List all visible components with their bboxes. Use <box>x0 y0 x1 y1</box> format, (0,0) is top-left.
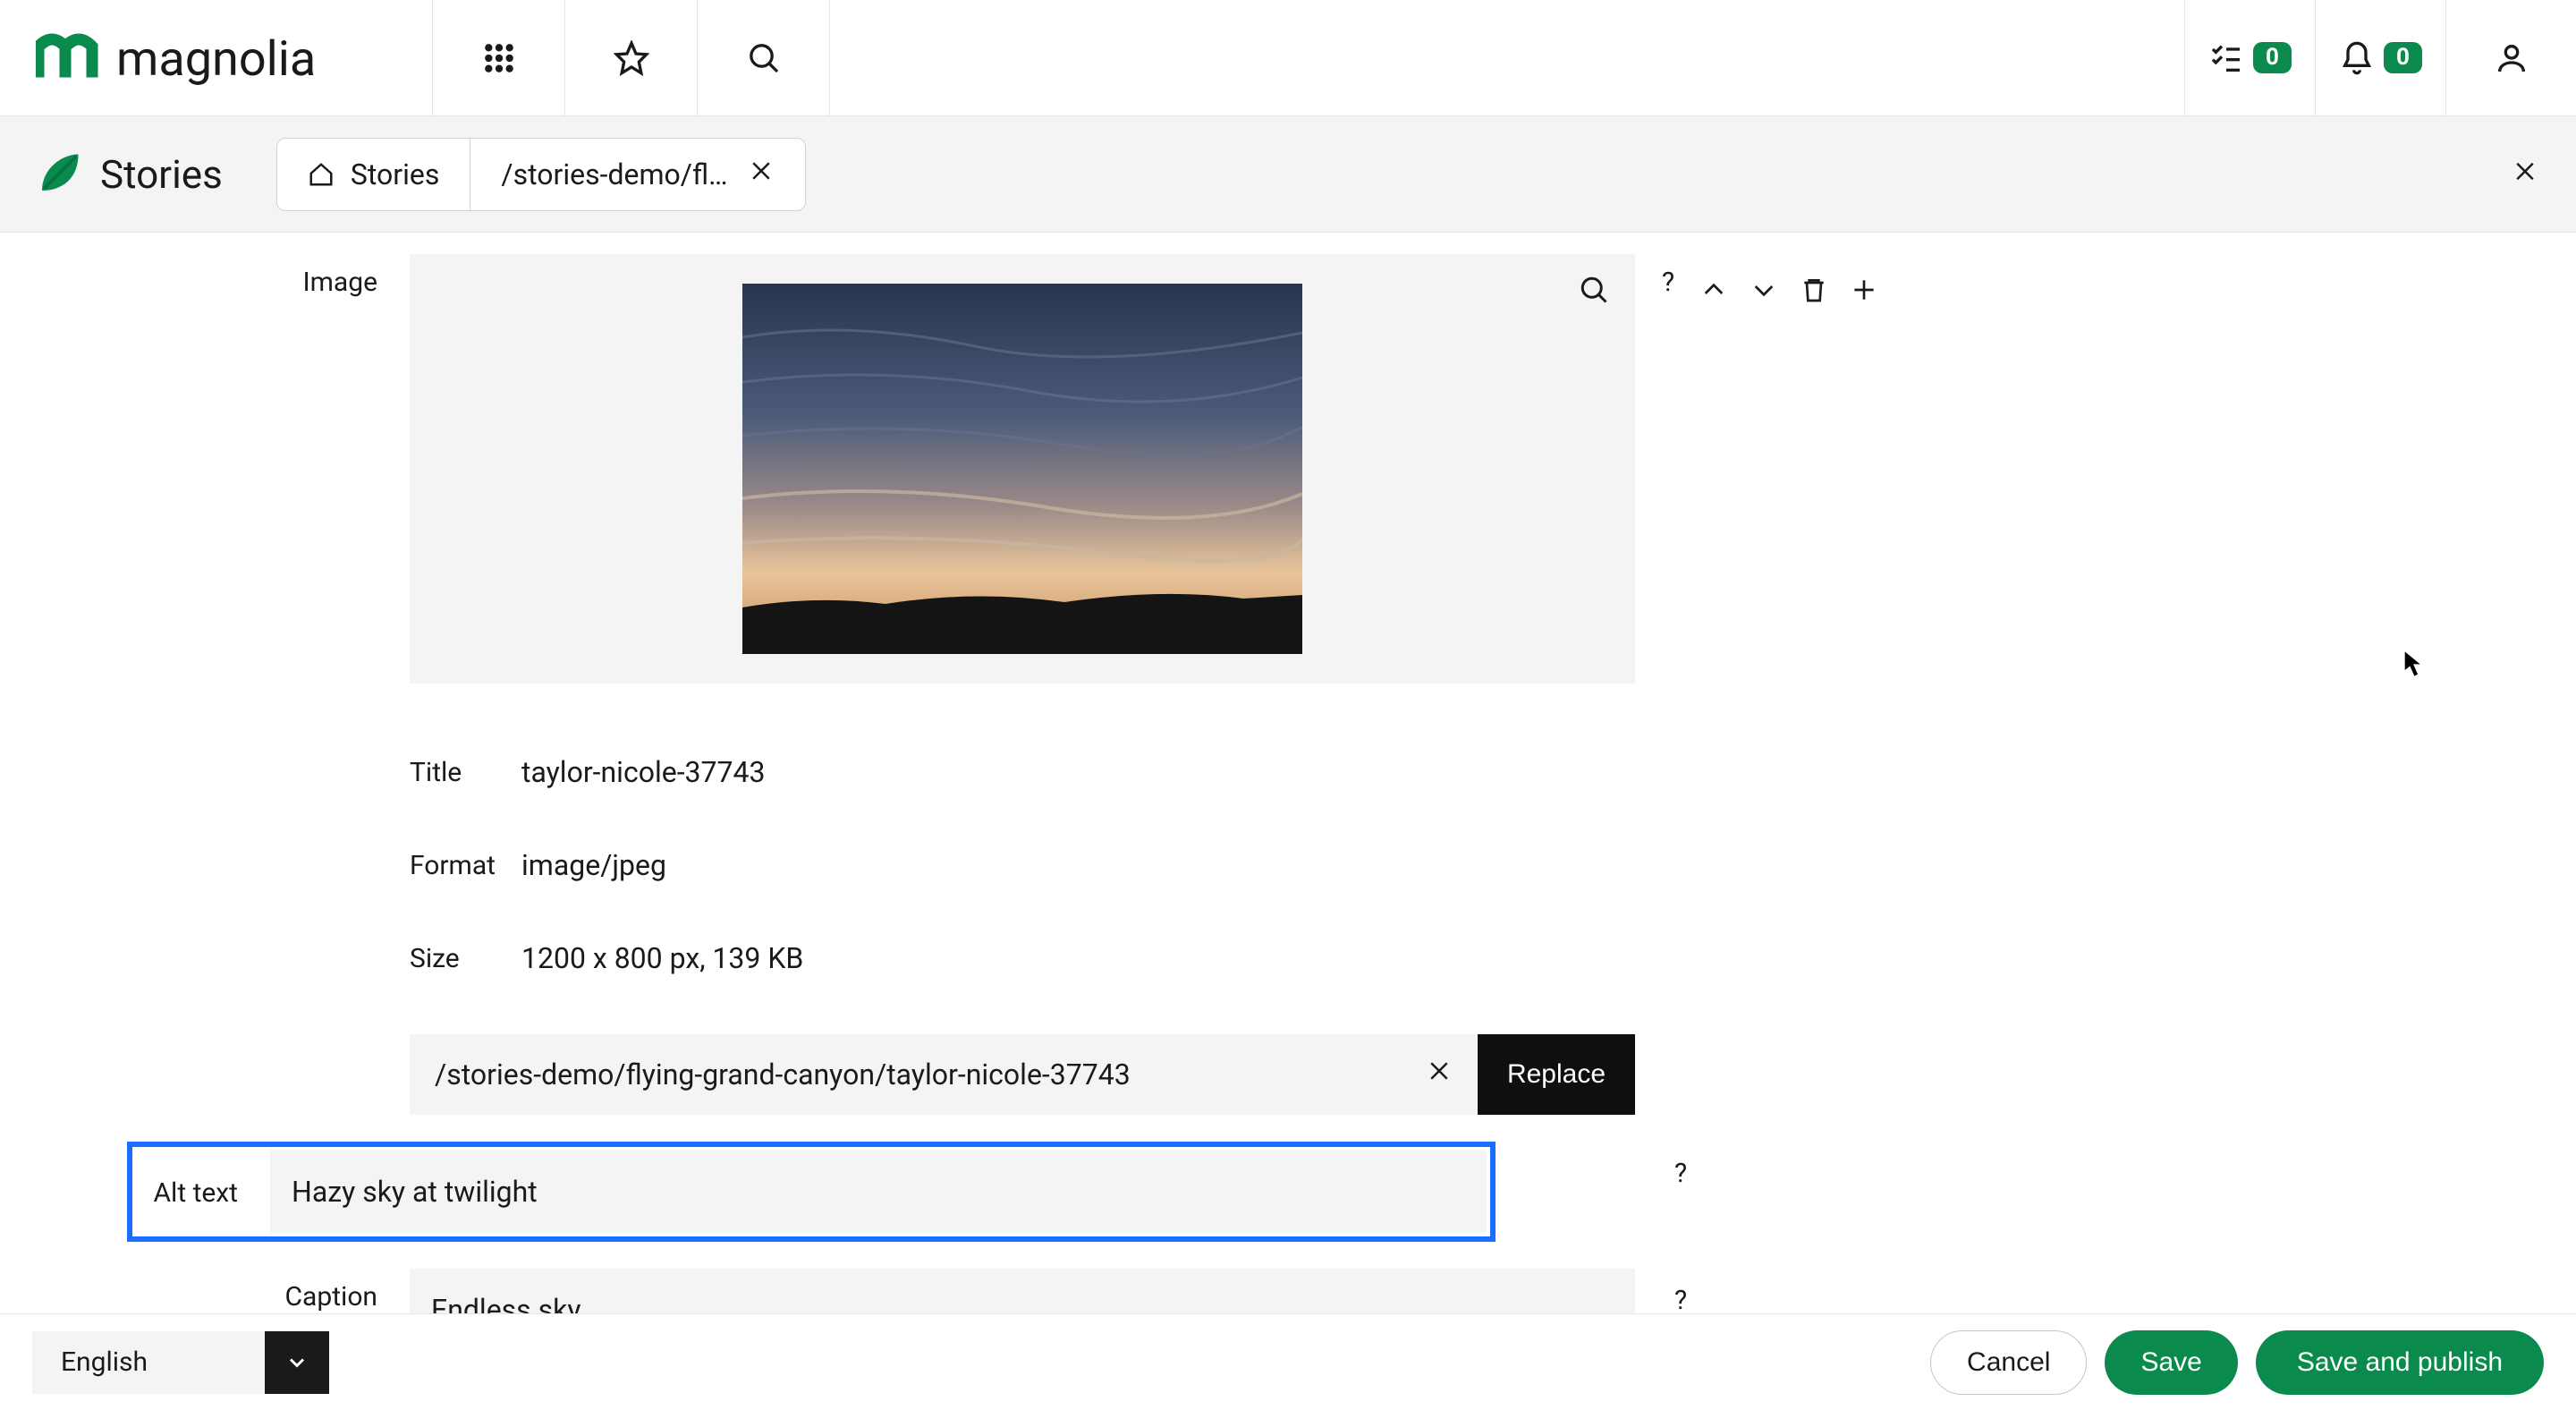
caption-input[interactable]: Endless sky <box>410 1269 1635 1313</box>
tab-label: Stories <box>351 157 440 191</box>
value-format: image/jpeg <box>521 848 666 882</box>
main-content: Image <box>0 233 2576 1313</box>
favorite-button[interactable] <box>565 0 698 115</box>
move-up-button[interactable] <box>1699 276 1728 310</box>
plus-icon <box>1850 276 1878 304</box>
star-icon <box>614 40 649 76</box>
chevron-down-icon <box>284 1350 309 1375</box>
label-alt: Alt text <box>136 1151 270 1233</box>
user-icon <box>2494 40 2529 76</box>
close-app-button[interactable] <box>2512 157 2538 191</box>
footer-bar: English Cancel Save Save and publish <box>0 1313 2576 1410</box>
image-thumbnail <box>742 284 1302 654</box>
asset-path-field[interactable]: /stories-demo/flying-grand-canyon/taylor… <box>410 1034 1478 1115</box>
leaf-icon <box>34 150 82 199</box>
top-header: magnolia 0 0 <box>0 0 2576 116</box>
search-icon <box>746 40 782 76</box>
chevron-down-icon <box>1750 276 1778 304</box>
app-grid-icon <box>481 40 517 76</box>
brand-text: magnolia <box>116 31 316 88</box>
label-size: Size <box>410 943 521 974</box>
app-title: Stories <box>34 150 223 199</box>
notifications-badge: 0 <box>2384 42 2422 73</box>
language-value: English <box>32 1331 265 1394</box>
label-caption: Caption <box>270 1269 410 1312</box>
value-size: 1200 x 800 px, 139 KB <box>521 941 803 975</box>
help-button[interactable]: ? <box>1662 267 1674 298</box>
tab-stories[interactable]: Stories <box>276 138 471 211</box>
app-subheader: Stories Stories /stories-demo/fl… <box>0 116 2576 233</box>
label-format: Format <box>410 850 521 881</box>
tasks-button[interactable]: 0 <box>2184 0 2315 115</box>
notifications-button[interactable]: 0 <box>2315 0 2445 115</box>
save-and-publish-button[interactable]: Save and publish <box>2256 1330 2544 1395</box>
bell-icon <box>2339 40 2375 76</box>
cancel-button[interactable]: Cancel <box>1930 1330 2087 1395</box>
alt-text-value: Hazy sky at twilight <box>292 1175 538 1209</box>
clear-path-button[interactable] <box>1426 1058 1453 1091</box>
brand-logo[interactable]: magnolia <box>0 0 433 115</box>
help-button[interactable]: ? <box>1674 1158 1687 1189</box>
block-actions: ? <box>1635 254 1878 310</box>
image-preview <box>410 254 1635 684</box>
chevron-up-icon <box>1699 276 1728 304</box>
tasks-icon <box>2208 40 2244 76</box>
global-search-button[interactable] <box>698 0 830 115</box>
caption-value: Endless sky <box>431 1293 581 1313</box>
trash-icon <box>1800 276 1828 304</box>
header-spacer <box>830 0 2184 115</box>
delete-button[interactable] <box>1800 276 1828 310</box>
asset-path-value: /stories-demo/flying-grand-canyon/taylor… <box>435 1058 1131 1091</box>
alt-text-input[interactable]: Hazy sky at twilight <box>270 1151 1487 1233</box>
tab-close-button[interactable] <box>748 157 775 192</box>
save-button[interactable]: Save <box>2105 1330 2237 1395</box>
language-caret[interactable] <box>265 1331 329 1394</box>
move-down-button[interactable] <box>1750 276 1778 310</box>
add-button[interactable] <box>1850 276 1878 310</box>
close-icon <box>1426 1058 1453 1084</box>
tab-editor[interactable]: /stories-demo/fl… <box>470 138 805 211</box>
language-select[interactable]: English <box>32 1331 329 1394</box>
replace-button[interactable]: Replace <box>1478 1034 1635 1115</box>
tab-label: /stories-demo/fl… <box>501 157 727 191</box>
label-image: Image <box>270 254 410 298</box>
value-title: taylor-nicole-37743 <box>521 755 765 789</box>
help-button[interactable]: ? <box>1674 1285 1687 1313</box>
home-icon <box>308 161 335 188</box>
close-icon <box>748 157 775 184</box>
close-icon <box>2512 157 2538 184</box>
app-title-text: Stories <box>100 151 223 198</box>
tasks-badge: 0 <box>2253 42 2292 73</box>
app-grid-button[interactable] <box>433 0 565 115</box>
alt-text-highlight: Alt text Hazy sky at twilight <box>127 1142 1496 1242</box>
search-icon <box>1578 274 1610 306</box>
profile-button[interactable] <box>2445 0 2576 115</box>
zoom-image-button[interactable] <box>1578 274 1610 312</box>
header-right: 0 0 <box>2184 0 2576 115</box>
label-title: Title <box>410 757 521 788</box>
